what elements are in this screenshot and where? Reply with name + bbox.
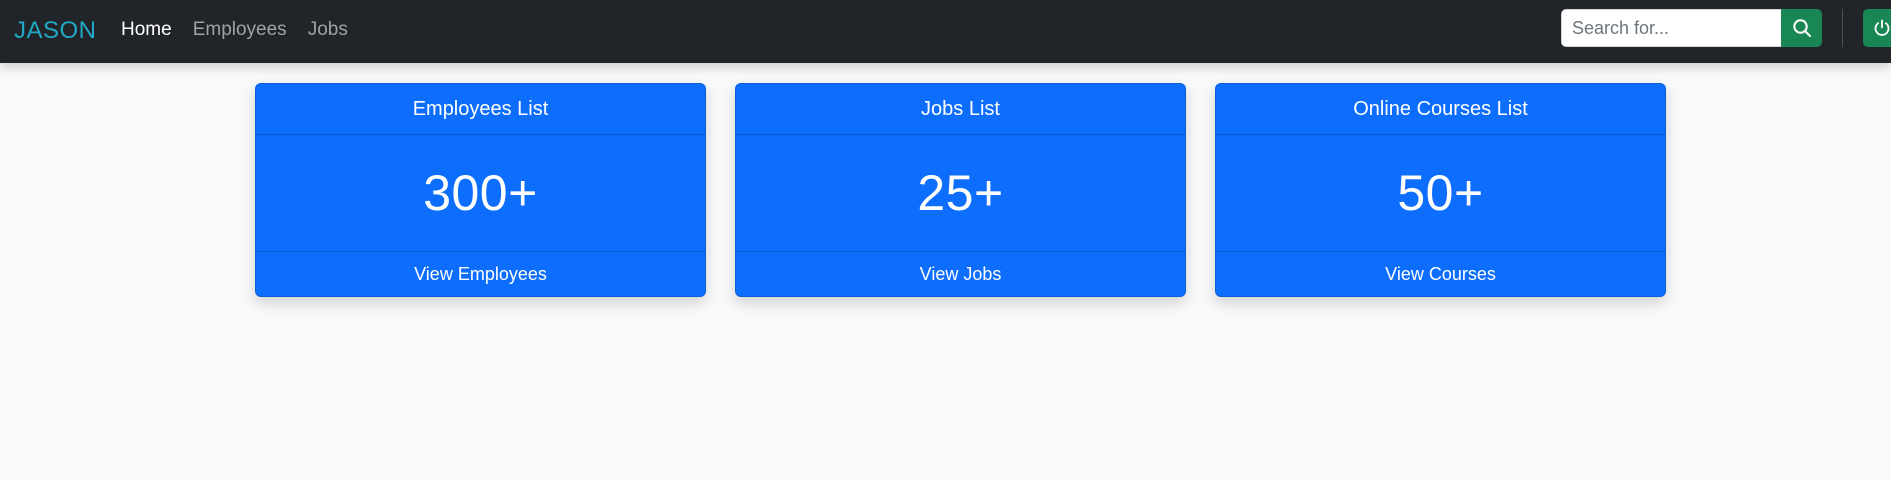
- nav-links: Home Employees Jobs: [121, 18, 348, 42]
- view-courses-link[interactable]: View Courses: [1216, 251, 1665, 296]
- brand-logo[interactable]: JASON: [14, 16, 97, 46]
- card-title: Online Courses List: [1216, 84, 1665, 135]
- card-title: Jobs List: [736, 84, 1185, 135]
- nav-divider: [1842, 9, 1843, 47]
- employees-card: Employees List 300+ View Employees: [255, 83, 706, 297]
- card-count: 50+: [1397, 165, 1484, 221]
- top-navbar: JASON Home Employees Jobs: [0, 0, 1891, 63]
- power-icon: [1874, 19, 1890, 36]
- search-input[interactable]: [1561, 9, 1781, 47]
- search-form: [1561, 9, 1822, 47]
- view-employees-link[interactable]: View Employees: [256, 251, 705, 296]
- card-count: 300+: [423, 165, 538, 221]
- card-title: Employees List: [256, 84, 705, 135]
- search-button[interactable]: [1781, 9, 1822, 47]
- jobs-card: Jobs List 25+ View Jobs: [735, 83, 1186, 297]
- courses-card: Online Courses List 50+ View Courses: [1215, 83, 1666, 297]
- search-icon: [1792, 19, 1811, 37]
- nav-link-employees[interactable]: Employees: [193, 18, 287, 42]
- nav-link-home[interactable]: Home: [121, 18, 172, 42]
- card-count: 25+: [917, 165, 1004, 221]
- view-jobs-link[interactable]: View Jobs: [736, 251, 1185, 296]
- nav-link-jobs[interactable]: Jobs: [308, 18, 348, 42]
- logout-button[interactable]: [1863, 9, 1891, 47]
